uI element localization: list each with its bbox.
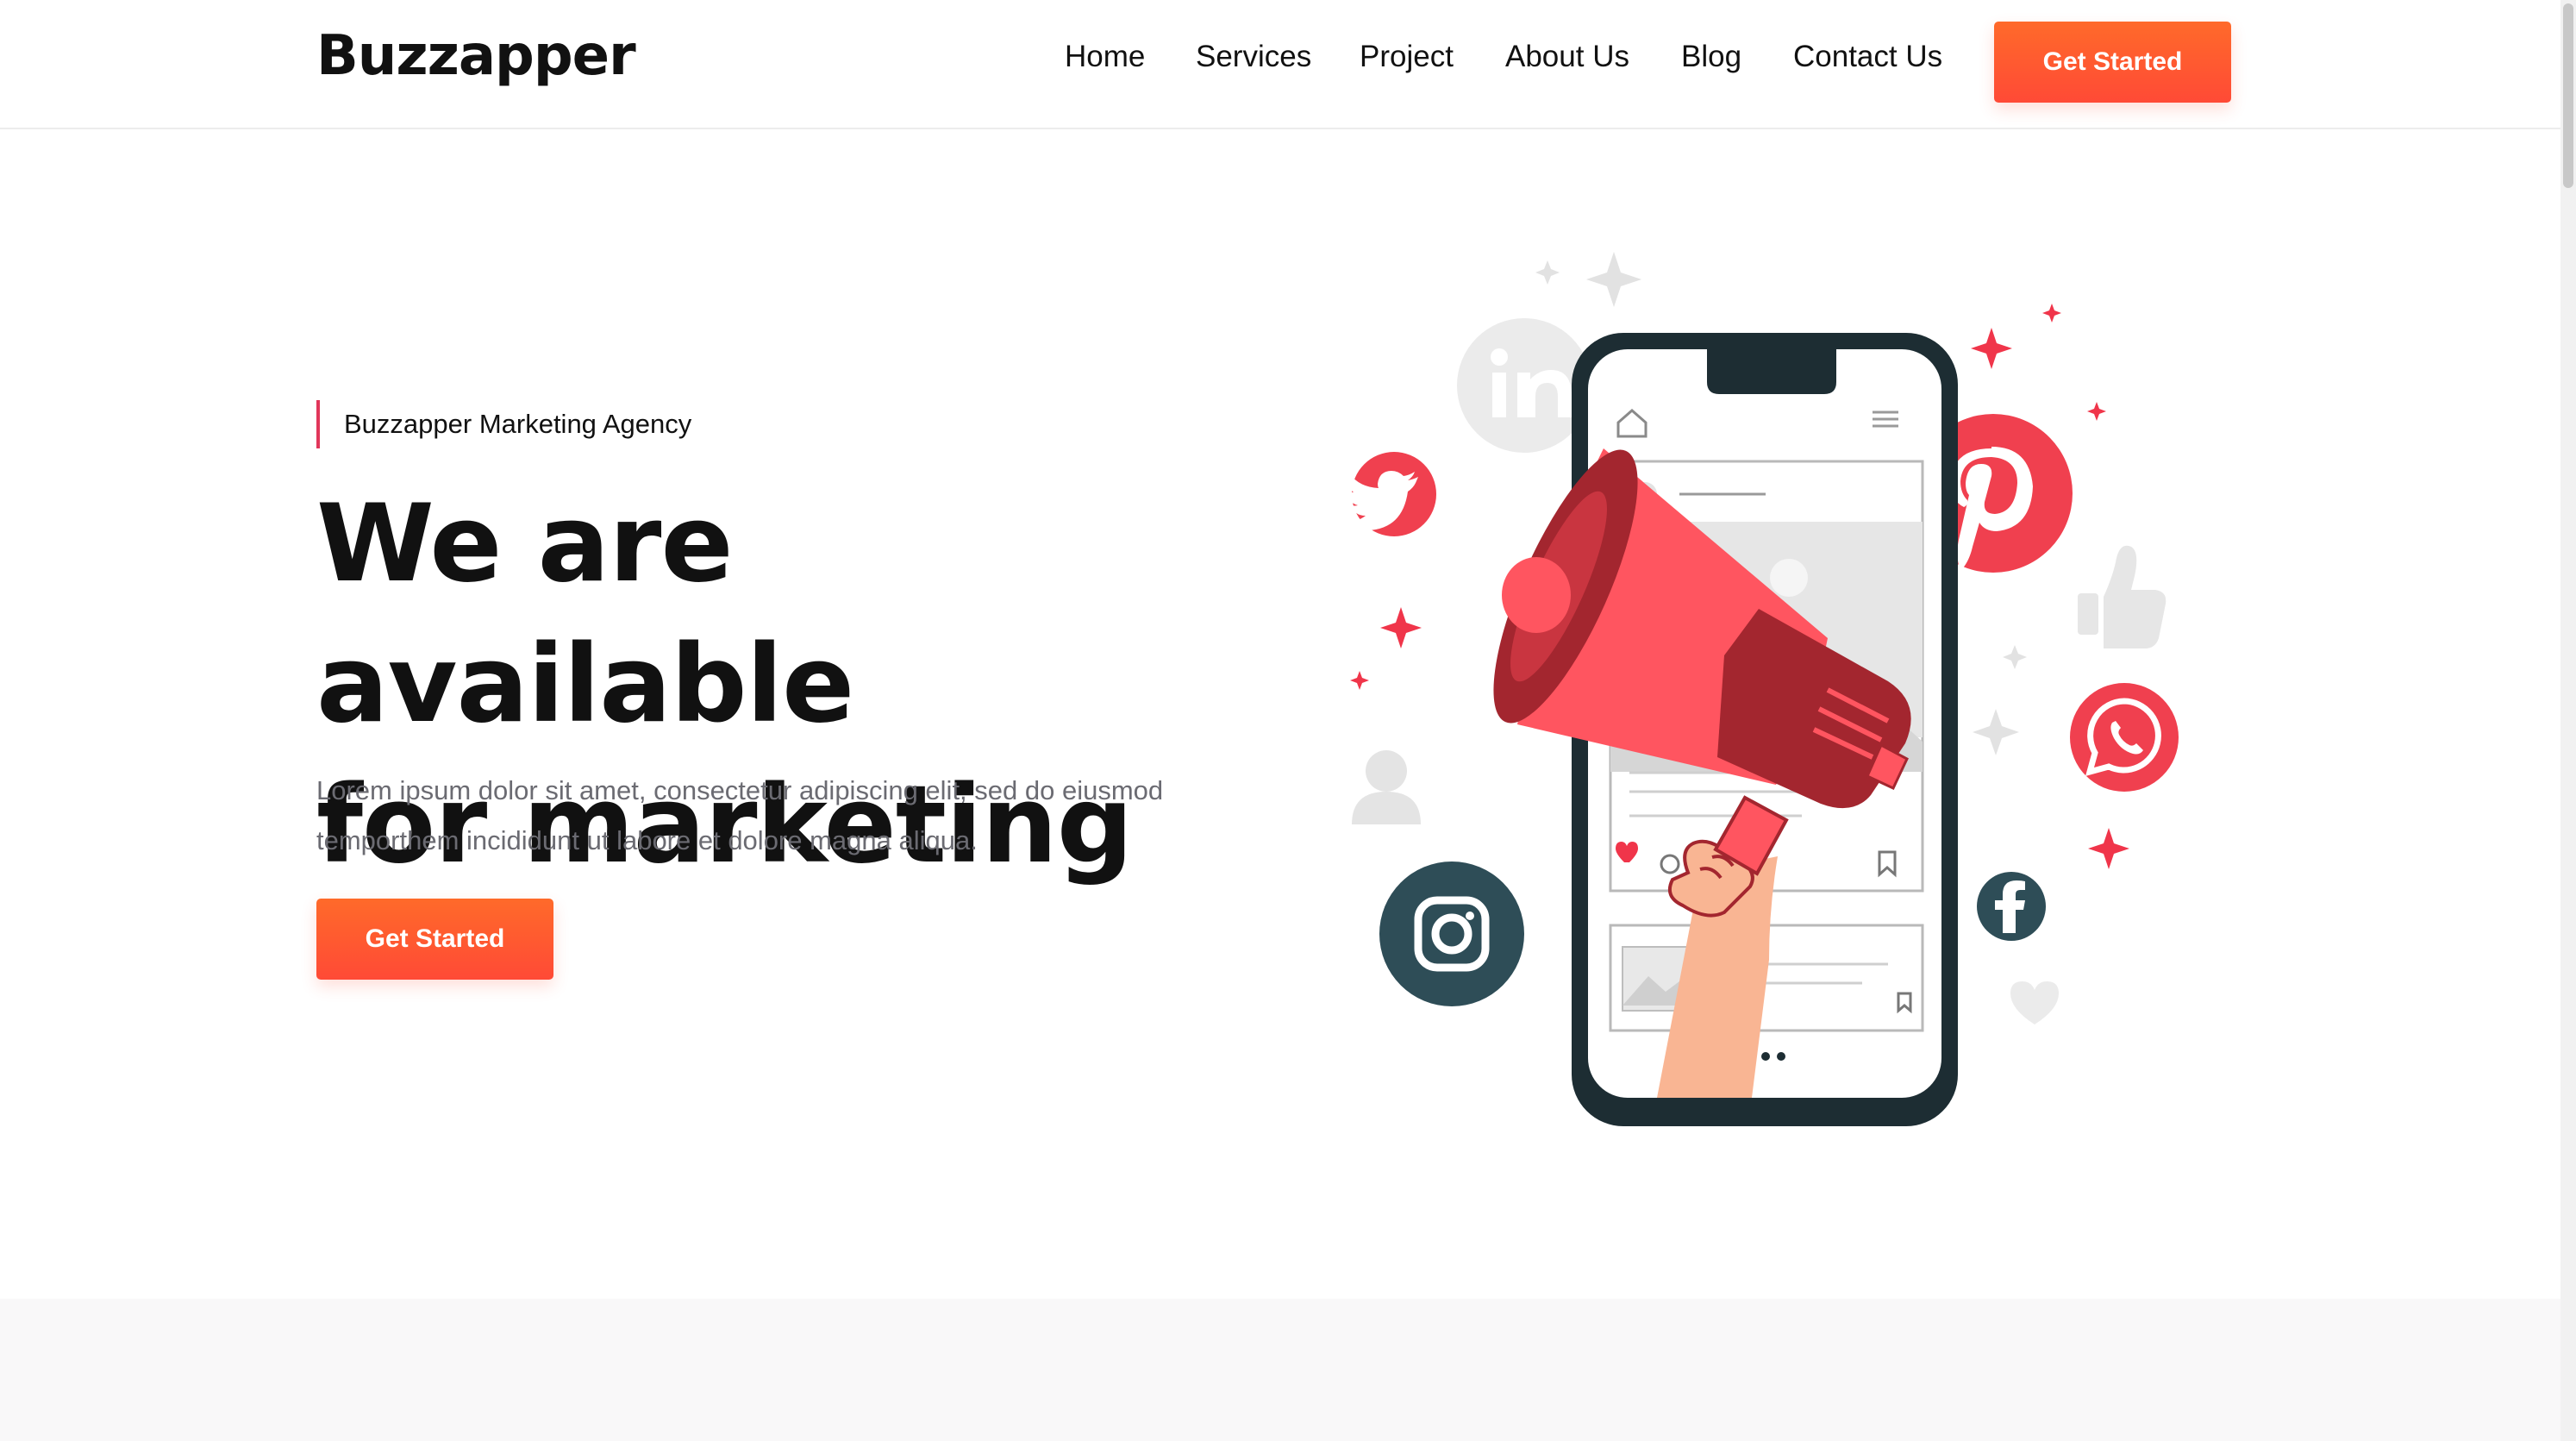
nav-item-about-us[interactable]: About Us (1505, 40, 1629, 74)
hero-description-line-2: temporthem incididunt ut labore et dolor… (316, 825, 978, 855)
next-section (0, 1299, 2560, 1441)
twitter-icon (1342, 452, 1436, 536)
header-get-started-button[interactable]: Get Started (1994, 22, 2231, 103)
whatsapp-icon (2070, 683, 2179, 792)
hero-description: Lorem ipsum dolor sit amet, consectetur … (316, 766, 1265, 866)
page-scrollbar[interactable] (2560, 0, 2576, 1441)
hero-tagline: Buzzapper Marketing Agency (316, 400, 691, 448)
hero-headline-line-1: We are available (316, 482, 854, 747)
facebook-icon (1977, 872, 2046, 941)
nav-item-home[interactable]: Home (1065, 40, 1145, 74)
hero-illustration (1342, 252, 2179, 1126)
scrollbar-thumb[interactable] (2563, 3, 2573, 188)
nav-item-services[interactable]: Services (1196, 40, 1311, 74)
nav-item-contact-us[interactable]: Contact Us (1793, 40, 1942, 74)
hero-tagline-text: Buzzapper Marketing Agency (344, 409, 692, 439)
linkedin-icon (1457, 318, 1591, 453)
hero-get-started-button[interactable]: Get Started (316, 899, 553, 980)
site-logo[interactable]: Buzzapper (316, 24, 636, 88)
user-icon (1352, 750, 1421, 824)
hero-description-line-1: Lorem ipsum dolor sit amet, consectetur … (316, 775, 1164, 805)
nav-item-project[interactable]: Project (1360, 40, 1454, 74)
thumbs-up-icon (2078, 545, 2166, 648)
nav-item-blog[interactable]: Blog (1681, 40, 1741, 74)
heart-icon (2010, 981, 2059, 1024)
instagram-icon (1379, 861, 1524, 1006)
site-header: Buzzapper Home Services Project About Us… (0, 0, 2560, 129)
